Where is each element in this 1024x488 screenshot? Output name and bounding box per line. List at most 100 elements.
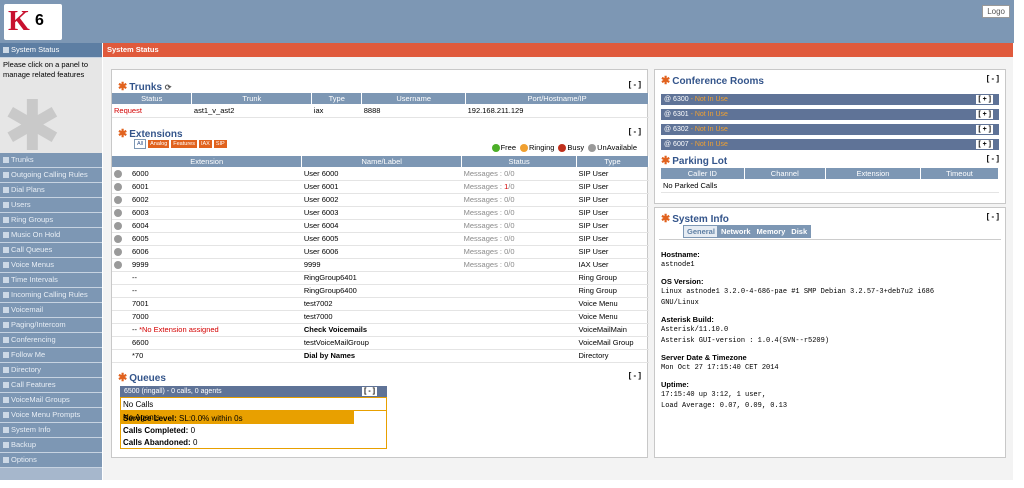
column-header[interactable]: Status bbox=[112, 93, 193, 104]
sidebar-item-label: Users bbox=[11, 200, 31, 209]
sidebar-item-time-intervals[interactable]: Time Intervals bbox=[0, 273, 102, 288]
sidebar-item-voice-menus[interactable]: Voice Menus bbox=[0, 258, 102, 273]
sidebar-item-follow-me[interactable]: Follow Me bbox=[0, 348, 102, 363]
parking-minimize-button[interactable]: [ - ] bbox=[987, 154, 999, 163]
queue-row[interactable]: 6500 (ringall) - 0 calls, 0 agents [ - ] bbox=[120, 386, 387, 397]
queues-minimize-button[interactable]: [ - ] bbox=[629, 371, 641, 380]
trunks-title[interactable]: ✱ Trunks ⟳ bbox=[118, 80, 172, 93]
logout-button[interactable]: Logo bbox=[982, 5, 1010, 18]
sidebar-item-directory[interactable]: Directory bbox=[0, 363, 102, 378]
status-prefix: Messages : bbox=[463, 182, 505, 191]
refresh-icon[interactable]: ⟳ bbox=[165, 83, 172, 92]
conference-title[interactable]: ✱ Conference Rooms bbox=[661, 74, 764, 87]
conference-expand-button[interactable]: [ + ] bbox=[976, 110, 993, 119]
system-info-title-text: System Info bbox=[672, 214, 729, 225]
queue-body: No CallsNo Agents Service Level: SL:0.0%… bbox=[120, 397, 387, 449]
conference-room[interactable]: @ 6301 - Not In Use [ + ] bbox=[661, 109, 999, 120]
menu-grid-icon bbox=[3, 457, 9, 464]
status-cell: Messages : 0/0 bbox=[461, 193, 577, 207]
sidebar-item-options[interactable]: Options bbox=[0, 453, 102, 468]
extension-cell: 6000 bbox=[112, 167, 302, 181]
column-header[interactable]: Port/Hostname/IP bbox=[465, 93, 649, 104]
name-cell: test7002 bbox=[301, 297, 462, 311]
name-cell: 9999 bbox=[301, 258, 462, 272]
sidebar-item-backup[interactable]: Backup bbox=[0, 438, 102, 453]
conference-room[interactable]: @ 6302 - Not In Use [ + ] bbox=[661, 124, 999, 135]
conference-title-text: Conference Rooms bbox=[672, 76, 764, 87]
sidebar-item-music-on-hold[interactable]: Music On Hold bbox=[0, 228, 102, 243]
table-row[interactable]: 6600 testVoiceMailGroup VoiceMail Group bbox=[112, 336, 649, 350]
sidebar-item-voicemail-groups[interactable]: VoiceMail Groups bbox=[0, 393, 102, 408]
column-header[interactable]: Name/Label bbox=[301, 156, 463, 167]
sidebar-item-system-info[interactable]: System Info bbox=[0, 423, 102, 438]
sidebar-item-label: Directory bbox=[11, 365, 42, 374]
table-row[interactable]: 7000 test7000 Voice Menu bbox=[112, 310, 649, 324]
asterisk-icon: ✱ bbox=[118, 81, 128, 93]
table-row[interactable]: -- RingGroup6401 Ring Group bbox=[112, 271, 649, 285]
table-row[interactable]: 7001 test7002 Voice Menu bbox=[112, 297, 649, 311]
conference-room[interactable]: @ 6007 - Not In Use [ + ] bbox=[661, 139, 999, 150]
sidebar-item-call-queues[interactable]: Call Queues bbox=[0, 243, 102, 258]
extensions-minimize-button[interactable]: [ - ] bbox=[629, 127, 641, 136]
table-row[interactable]: -- *No Extension assigned Check Voicemail… bbox=[112, 323, 649, 337]
column-header[interactable]: Channel bbox=[744, 168, 826, 179]
tab-disk[interactable]: Disk bbox=[787, 225, 812, 238]
sidebar-item-users[interactable]: Users bbox=[0, 198, 102, 213]
filter-sip[interactable]: SIP bbox=[213, 140, 227, 148]
tab-memory[interactable]: Memory bbox=[752, 225, 790, 238]
trunks-minimize-button[interactable]: [ - ] bbox=[629, 80, 641, 89]
table-row[interactable]: *70 Dial by Names Directory bbox=[112, 349, 649, 363]
sidebar-item-outgoing-calling-rules[interactable]: Outgoing Calling Rules bbox=[0, 168, 102, 183]
column-header[interactable]: Type bbox=[311, 93, 363, 104]
table-row[interactable]: 6000 User 6000 Messages : 0/0 SIP User bbox=[112, 167, 649, 181]
parking-title[interactable]: ✱ Parking Lot bbox=[661, 154, 727, 167]
column-header[interactable]: Username bbox=[361, 93, 467, 104]
sidebar-item-voicemail[interactable]: Voicemail bbox=[0, 303, 102, 318]
sidebar-item-call-features[interactable]: Call Features bbox=[0, 378, 102, 393]
filter-all[interactable]: All bbox=[134, 139, 147, 149]
queues-title[interactable]: ✱ Queues bbox=[118, 371, 166, 384]
column-header[interactable]: Caller ID bbox=[661, 168, 745, 179]
system-info-value: astnode1 bbox=[661, 261, 695, 269]
system-info-value: Mon Oct 27 17:15:40 CET 2014 bbox=[661, 364, 779, 372]
column-header[interactable]: Type bbox=[576, 156, 649, 167]
conference-room[interactable]: @ 6300 - Not In Use [ + ] bbox=[661, 94, 999, 105]
conference-expand-button[interactable]: [ + ] bbox=[976, 95, 993, 104]
table-row[interactable]: 6003 User 6003 Messages : 0/0 SIP User bbox=[112, 206, 649, 220]
table-row[interactable]: 6006 User 6006 Messages : 0/0 SIP User bbox=[112, 245, 649, 259]
table-row[interactable]: -- RingGroup6400 Ring Group bbox=[112, 284, 649, 298]
table-row[interactable]: 9999 9999 Messages : 0/0 IAX User bbox=[112, 258, 649, 272]
queue-minimize-button[interactable]: [ - ] bbox=[362, 387, 377, 396]
system-info-title[interactable]: ✱ System Info bbox=[661, 212, 729, 225]
sidebar-item-trunks[interactable]: Trunks bbox=[0, 153, 102, 168]
filter-analog[interactable]: Analog bbox=[148, 140, 170, 148]
sidebar-item-system-status[interactable]: System Status bbox=[0, 43, 102, 58]
table-row[interactable]: 6002 User 6002 Messages : 0/0 SIP User bbox=[112, 193, 649, 207]
status-cell bbox=[461, 349, 577, 363]
table-row[interactable]: 6005 User 6005 Messages : 0/0 SIP User bbox=[112, 232, 649, 246]
sidebar-item-dial-plans[interactable]: Dial Plans bbox=[0, 183, 102, 198]
column-header[interactable]: Extension bbox=[825, 168, 921, 179]
system-info-minimize-button[interactable]: [ - ] bbox=[987, 212, 999, 221]
sidebar-item-paging-intercom[interactable]: Paging/Intercom bbox=[0, 318, 102, 333]
filter-iax[interactable]: IAX bbox=[198, 140, 212, 148]
tab-network[interactable]: Network bbox=[716, 225, 755, 238]
sidebar-item-conferencing[interactable]: Conferencing bbox=[0, 333, 102, 348]
column-header[interactable]: Extension bbox=[112, 156, 303, 167]
tab-general[interactable]: General bbox=[683, 225, 719, 238]
table-row[interactable]: 6004 User 6004 Messages : 0/0 SIP User bbox=[112, 219, 649, 233]
column-header[interactable]: Timeout bbox=[920, 168, 1000, 179]
table-row[interactable]: Request ast1_v_ast2 iax 8888 192.168.211.129 bbox=[112, 104, 649, 118]
column-header[interactable]: Status bbox=[461, 156, 578, 167]
conference-expand-button[interactable]: [ + ] bbox=[976, 125, 993, 134]
table-row[interactable]: 6001 User 6001 Messages : 1/0 SIP User bbox=[112, 180, 649, 194]
sidebar-item-incoming-calling-rules[interactable]: Incoming Calling Rules bbox=[0, 288, 102, 303]
sidebar-item-label: Voicemail bbox=[11, 305, 44, 314]
filter-features[interactable]: Features bbox=[171, 140, 197, 148]
extension-cell: 6003 bbox=[112, 206, 302, 220]
conference-expand-button[interactable]: [ + ] bbox=[976, 140, 993, 149]
sidebar-item-ring-groups[interactable]: Ring Groups bbox=[0, 213, 102, 228]
column-header[interactable]: Trunk bbox=[191, 93, 313, 104]
sidebar-item-voice-menu-prompts[interactable]: Voice Menu Prompts bbox=[0, 408, 102, 423]
conference-minimize-button[interactable]: [ - ] bbox=[987, 74, 999, 83]
